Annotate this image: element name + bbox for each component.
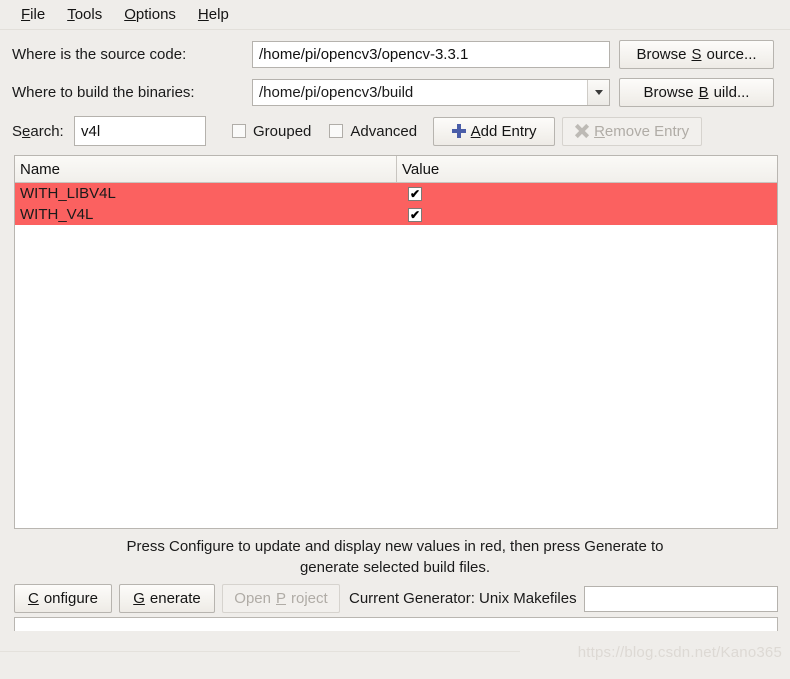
browse-source-mnemonic: S — [691, 45, 702, 63]
cache-entry-table[interactable]: Name Value WITH_LIBV4L ✔ WITH_V4L ✔ — [14, 155, 778, 529]
menu-file-mnemonic: F — [21, 6, 31, 23]
menu-file-rest: ile — [30, 6, 46, 23]
menu-options-rest: ptions — [135, 6, 176, 23]
menu-item-tools[interactable]: Tools — [56, 3, 113, 26]
source-code-input[interactable]: /home/pi/opencv3/opencv-3.3.1 — [252, 40, 610, 68]
checkbox-checked-icon[interactable]: ✔ — [408, 186, 422, 201]
browse-build-button[interactable]: Browse Build... — [619, 77, 774, 107]
browse-source-label-post: ource... — [706, 45, 757, 63]
cache-entry-name[interactable]: WITH_V4L — [15, 206, 397, 223]
menu-tools-rest: ools — [74, 6, 103, 23]
hint-text: Press Configure to update and display ne… — [0, 529, 790, 578]
menu-item-file[interactable]: File — [10, 3, 56, 26]
column-header-name[interactable]: Name — [15, 156, 397, 182]
generate-button[interactable]: Generate — [119, 584, 215, 613]
browse-build-label-pre: Browse — [643, 83, 694, 101]
checkbox-checked-icon[interactable]: ✔ — [408, 207, 422, 222]
menu-help-rest: elp — [208, 6, 229, 23]
build-binaries-label: Where to build the binaries: — [12, 83, 195, 101]
output-log-panel[interactable] — [14, 617, 778, 631]
menu-help-mnemonic: H — [197, 6, 209, 23]
open-project-label-pre: Open — [234, 590, 271, 607]
cache-entry-value[interactable]: ✔ — [397, 207, 777, 222]
configure-button[interactable]: Configure — [14, 584, 112, 613]
watermark-text: https://blog.csdn.net/Kano365 — [577, 644, 782, 661]
hint-line-1: Press Configure to update and display ne… — [126, 538, 664, 555]
current-generator-label: Current Generator: Unix Makefiles — [349, 590, 577, 607]
remove-entry-label-post: emove Entry — [604, 122, 690, 140]
generate-mnemonic: G — [133, 590, 145, 607]
cache-entry-name[interactable]: WITH_LIBV4L — [15, 185, 397, 202]
search-label: Search: — [12, 123, 74, 140]
browse-source-button[interactable]: Browse Source... — [619, 39, 774, 69]
chevron-down-icon[interactable] — [587, 79, 609, 105]
add-entry-label: Add Entry — [471, 123, 537, 140]
source-code-row: Where is the source code: /home/pi/openc… — [0, 35, 790, 73]
browse-source-label-pre: Browse — [636, 45, 687, 63]
remove-entry-label: Remove Entry — [594, 123, 689, 140]
menu-item-options[interactable]: Options — [113, 3, 187, 26]
progress-bar — [583, 585, 778, 612]
advanced-label: Advanced — [350, 122, 418, 140]
search-label-pre: S — [12, 122, 23, 140]
column-header-value[interactable]: Value — [397, 156, 777, 182]
build-path-input[interactable]: /home/pi/opencv3/build — [253, 80, 587, 105]
table-row[interactable]: WITH_V4L ✔ — [15, 204, 777, 225]
divider — [0, 651, 520, 652]
advanced-checkbox[interactable] — [329, 124, 344, 138]
build-binaries-row: Where to build the binaries: /home/pi/op… — [0, 73, 790, 111]
menu-bar: File Tools Options Help — [0, 0, 790, 30]
grouped-checkbox-row[interactable]: Grouped — [232, 123, 311, 140]
menu-tools-mnemonic: T — [67, 6, 75, 23]
open-project-mnemonic: P — [276, 590, 287, 607]
grouped-label: Grouped — [253, 122, 312, 140]
add-entry-mnemonic: A — [470, 122, 481, 140]
open-project-button[interactable]: Open Project — [222, 584, 340, 613]
browse-build-mnemonic: B — [698, 83, 709, 101]
table-row[interactable]: WITH_LIBV4L ✔ — [15, 183, 777, 204]
source-code-label: Where is the source code: — [12, 45, 187, 63]
cache-entry-value[interactable]: ✔ — [397, 186, 777, 201]
browse-build-label-post: uild... — [713, 83, 750, 101]
remove-entry-button[interactable]: Remove Entry — [562, 116, 703, 146]
hint-line-2: generate selected build files. — [299, 559, 491, 576]
search-row: Search: v4l Grouped Advanced Add Entry R… — [0, 111, 790, 151]
add-entry-label-post: dd Entry — [480, 122, 537, 140]
plus-icon — [451, 124, 466, 138]
generate-label-post: enerate — [149, 590, 201, 607]
table-header: Name Value — [15, 156, 777, 183]
remove-entry-mnemonic: R — [594, 122, 605, 140]
open-project-label-post: roject — [291, 590, 328, 607]
configure-label-post: onfigure — [43, 590, 99, 607]
grouped-checkbox[interactable] — [232, 124, 246, 138]
search-input[interactable]: v4l — [74, 116, 206, 146]
search-label-post: arch: — [30, 122, 64, 140]
action-bar: Configure Generate Open Project Current … — [0, 578, 790, 613]
add-entry-button[interactable]: Add Entry — [433, 116, 556, 146]
advanced-checkbox-row[interactable]: Advanced — [329, 123, 417, 140]
build-path-combobox[interactable]: /home/pi/opencv3/build — [252, 78, 610, 106]
close-x-icon — [575, 124, 589, 138]
menu-options-mnemonic: O — [124, 6, 136, 23]
configure-mnemonic: C — [27, 590, 39, 607]
menu-item-help[interactable]: Help — [187, 3, 240, 26]
